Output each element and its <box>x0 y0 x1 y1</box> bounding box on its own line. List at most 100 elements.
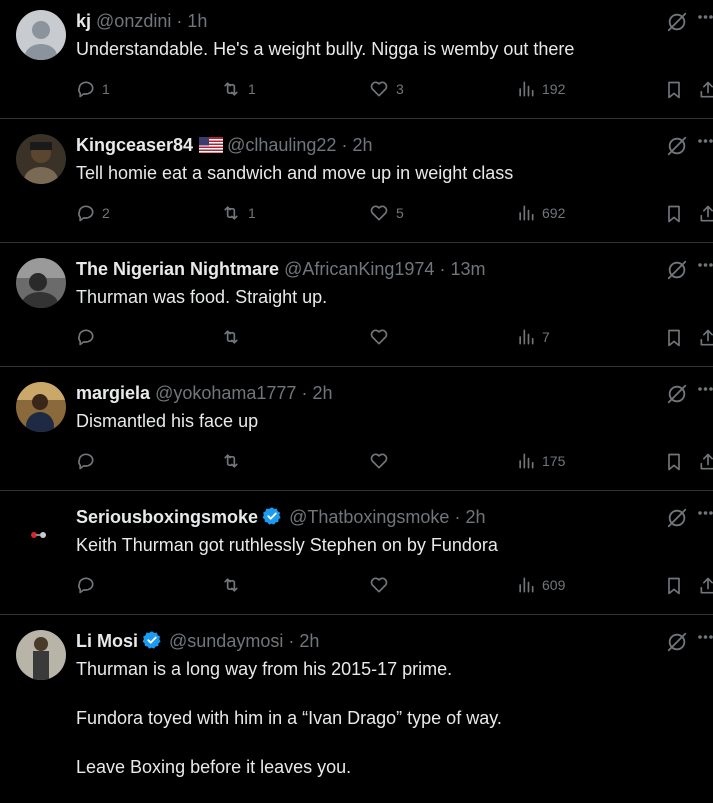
views-icon <box>519 205 534 221</box>
us-flag-icon <box>199 137 224 153</box>
reply-button[interactable] <box>76 327 102 347</box>
timestamp[interactable]: 2h <box>299 631 319 651</box>
views-button[interactable]: 692 <box>516 203 565 223</box>
grok-icon[interactable] <box>666 631 688 653</box>
tweet[interactable]: The Nigerian Nightmare @AfricanKing1974 … <box>0 248 713 367</box>
tweet[interactable]: Kingceaser84 @clhauling22 · 2h Tell homie… <box>0 124 713 243</box>
heart-icon <box>370 453 388 469</box>
timestamp[interactable]: 2h <box>465 507 485 527</box>
separator: · <box>454 507 461 527</box>
like-count: 3 <box>396 81 404 97</box>
handle[interactable]: @Thatboxingsmoke <box>289 507 449 527</box>
more-icon[interactable] <box>698 138 713 144</box>
tweet-text: Dismantled his face up <box>76 409 693 457</box>
separator: · <box>301 383 308 403</box>
handle[interactable]: @AfricanKing1974 <box>284 259 434 279</box>
more-icon[interactable] <box>698 14 713 20</box>
heart-icon <box>370 205 388 221</box>
view-count: 7 <box>542 329 550 345</box>
reply-count: 2 <box>102 205 110 221</box>
retweet-button[interactable]: 1 <box>220 79 256 99</box>
share-icon[interactable] <box>698 575 713 597</box>
display-name[interactable]: Kingceaser84 <box>76 135 193 155</box>
share-icon[interactable] <box>698 451 713 473</box>
grok-icon[interactable] <box>666 11 688 33</box>
grok-icon[interactable] <box>666 259 688 281</box>
handle[interactable]: @clhauling22 <box>227 135 336 155</box>
reply-button[interactable]: 2 <box>76 203 110 223</box>
display-name[interactable]: The Nigerian Nightmare <box>76 259 279 279</box>
tweet-text-line: Thurman was food. Straight up. <box>76 287 328 307</box>
retweet-button[interactable] <box>220 451 248 471</box>
reply-button[interactable] <box>76 575 102 595</box>
timestamp[interactable]: 13m <box>450 259 485 279</box>
tweet[interactable]: kj @onzdini · 1h Understandable. He's a … <box>0 0 713 119</box>
reply-button[interactable] <box>76 451 102 471</box>
like-button[interactable]: 3 <box>368 79 404 99</box>
tweet-text-line: Understandable. He's a weight bully. Nig… <box>76 39 575 59</box>
like-button[interactable] <box>368 327 396 347</box>
retweet-button[interactable] <box>220 327 248 347</box>
separator: · <box>341 135 348 155</box>
avatar[interactable] <box>16 506 66 556</box>
share-icon[interactable] <box>698 79 713 101</box>
avatar[interactable] <box>16 630 66 680</box>
tweet-text: Tell homie eat a sandwich and move up in… <box>76 161 693 209</box>
bookmark-icon[interactable] <box>664 327 684 349</box>
views-icon <box>519 577 534 593</box>
retweet-count: 1 <box>248 81 256 97</box>
views-button[interactable]: 192 <box>516 79 565 99</box>
more-icon[interactable] <box>698 386 713 392</box>
retweet-icon <box>224 454 238 468</box>
handle[interactable]: @yokohama1777 <box>155 383 296 403</box>
avatar[interactable] <box>16 382 66 432</box>
retweet-button[interactable]: 1 <box>220 203 256 223</box>
tweet[interactable]: margiela @yokohama1777 · 2h Dismantled h… <box>0 372 713 491</box>
views-button[interactable]: 7 <box>516 327 550 347</box>
display-name[interactable]: Li Mosi <box>76 631 138 651</box>
more-icon[interactable] <box>698 510 713 516</box>
views-button[interactable]: 175 <box>516 451 565 471</box>
timestamp[interactable]: 2h <box>352 135 372 155</box>
view-count: 692 <box>542 205 566 221</box>
grok-icon[interactable] <box>666 383 688 405</box>
grok-icon[interactable] <box>666 507 688 529</box>
avatar[interactable] <box>16 258 66 308</box>
bookmark-icon[interactable] <box>664 575 684 597</box>
tweet-text-line: Keith Thurman got ruthlessly Stephen on … <box>76 535 498 555</box>
tweet[interactable]: Seriousboxingsmoke @Thatboxingsmoke · 2h… <box>0 496 713 615</box>
grok-icon[interactable] <box>666 135 688 157</box>
like-button[interactable] <box>368 575 396 595</box>
display-name[interactable]: margiela <box>76 383 150 403</box>
bookmark-icon[interactable] <box>664 451 684 473</box>
reply-count: 1 <box>102 81 110 97</box>
like-button[interactable] <box>368 451 396 471</box>
timestamp[interactable]: 2h <box>312 383 332 403</box>
tweet-text-line: Fundora toyed with him in a “Ivan Drago”… <box>76 708 502 728</box>
display-name[interactable]: kj <box>76 11 91 31</box>
views-icon <box>519 453 534 469</box>
reply-icon <box>78 329 94 346</box>
retweet-icon <box>224 578 238 592</box>
more-icon[interactable] <box>698 634 713 640</box>
share-icon[interactable] <box>698 203 713 225</box>
handle[interactable]: @onzdini <box>96 11 171 31</box>
handle[interactable]: @sundaymosi <box>169 631 283 651</box>
bookmark-icon[interactable] <box>664 203 684 225</box>
like-button[interactable]: 5 <box>368 203 404 223</box>
avatar[interactable] <box>16 134 66 184</box>
bookmark-icon[interactable] <box>664 79 684 101</box>
like-count: 5 <box>396 205 404 221</box>
separator: · <box>288 631 295 651</box>
more-icon[interactable] <box>698 262 713 268</box>
avatar[interactable] <box>16 10 66 60</box>
retweet-button[interactable] <box>220 575 248 595</box>
reply-icon <box>78 577 94 594</box>
reply-button[interactable]: 1 <box>76 79 110 99</box>
display-name[interactable]: Seriousboxingsmoke <box>76 507 258 527</box>
tweet[interactable]: Li Mosi @sundaymosi · 2h Thurman is a lo… <box>0 620 713 787</box>
view-count: 609 <box>542 577 566 593</box>
timestamp[interactable]: 1h <box>187 11 207 31</box>
views-button[interactable]: 609 <box>516 575 565 595</box>
share-icon[interactable] <box>698 327 713 349</box>
